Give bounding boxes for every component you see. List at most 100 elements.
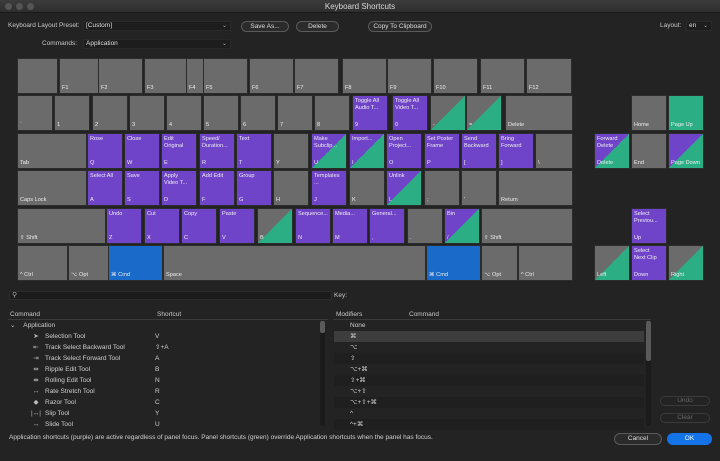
key-p[interactable]: Set Poster Frame P [424,133,460,169]
key-i[interactable]: Import... I [349,133,385,169]
key-f2[interactable]: F2 [98,58,143,94]
key-symbol[interactable]: Send Backward [ [461,133,497,169]
key-l[interactable]: Unlink L [386,170,422,206]
key-6[interactable]: 6 [240,95,276,131]
key-f10[interactable]: F10 [433,58,478,94]
command-row[interactable]: ➤ Selection Tool V [30,331,320,342]
command-row[interactable]: |↔| Slip Tool Y [30,408,320,419]
command-column-header[interactable]: Command [10,311,40,318]
command-shortcut[interactable]: ⇧+A [155,342,169,353]
key-g[interactable]: Group G [236,170,272,206]
scrollbar-thumb[interactable] [320,321,325,333]
key-page-up[interactable]: Page Up [668,95,704,131]
command-row[interactable]: ◆ Razor Tool C [30,397,320,408]
key-right[interactable]: Right [668,245,704,281]
key-f1[interactable]: F1 [59,58,100,94]
key-a[interactable]: Select All A [87,170,123,206]
key-end[interactable]: End [631,133,667,169]
key-2[interactable]: 2 [92,95,128,131]
key-y[interactable]: Y [273,133,309,169]
key-caps-lock[interactable]: Caps Lock [17,170,87,206]
key-d[interactable]: Apply Video T... D [161,170,197,206]
key-symbol[interactable]: - [430,95,466,131]
key-symbol[interactable] [17,58,58,94]
key-0[interactable]: Toggle All Video T... 0 [392,95,428,131]
key-r[interactable]: Speed/ Duration... R [199,133,235,169]
key-1[interactable]: 1 [54,95,90,131]
modifier-row[interactable]: None [334,320,644,331]
key-f8[interactable]: F8 [342,58,387,94]
shortcut-column-header[interactable]: Shortcut [157,311,181,318]
key-symbol[interactable]: . [407,208,443,244]
key-k[interactable]: K [349,170,385,206]
key-8[interactable]: 8 [314,95,350,131]
key-symbol[interactable]: Bin / [444,208,480,244]
key-opt[interactable]: ⌥ Opt [481,245,518,281]
key-b[interactable]: B [257,208,293,244]
key-4[interactable]: 4 [166,95,202,131]
command-shortcut[interactable]: Y [155,408,159,419]
key-x[interactable]: Cut X [144,208,180,244]
key-u[interactable]: Make Subclip... U [311,133,347,169]
layout-select[interactable]: en ⌄ [686,21,712,31]
minimize-window-button[interactable] [16,3,23,10]
key-shift[interactable]: ⇧ Shift [481,208,573,244]
modifier-row[interactable]: ^+⌘ [334,419,644,430]
key-opt[interactable]: ⌥ Opt [68,245,109,281]
key-symbol[interactable]: General..., [369,208,405,244]
command-shortcut[interactable]: N [155,375,160,386]
key-t[interactable]: Text T [236,133,272,169]
command-shortcut[interactable]: R [155,386,160,397]
modifier-row[interactable]: ⇧ [334,353,644,364]
key-delete[interactable]: Delete [505,95,573,131]
key-symbol[interactable]: Bring Forward] [498,133,534,169]
modifier-row[interactable]: ⌥+⇧ [334,386,644,397]
key-space[interactable]: Space [163,245,426,281]
key-f5[interactable]: F5 [203,58,248,94]
key-return[interactable]: Return [498,170,573,206]
key-symbol[interactable]: = [466,95,502,131]
command-shortcut[interactable]: V [155,331,159,342]
key-7[interactable]: 7 [277,95,313,131]
key-f7[interactable]: F7 [294,58,339,94]
delete-preset-button[interactable]: Delete [296,21,339,32]
cancel-button[interactable]: Cancel [614,433,662,445]
key-n[interactable]: Sequence... N [295,208,331,244]
search-input[interactable]: ⚲ [9,291,332,300]
modifier-row[interactable]: ⌥+⌘ [334,364,644,375]
command-row[interactable]: ⇼ Rolling Edit Tool N [30,375,320,386]
key-5[interactable]: 5 [203,95,239,131]
key-symbol[interactable]: ; [424,170,460,206]
modifier-list-scrollbar[interactable] [646,321,651,426]
command-shortcut[interactable]: B [155,364,159,375]
key-symbol[interactable]: ' [461,170,497,206]
key-3[interactable]: 3 [129,95,165,131]
key-symbol[interactable]: \ [535,133,573,169]
key-w[interactable]: Close W [124,133,160,169]
key-cmd[interactable]: ⌘ Cmd [426,245,481,281]
key-shift[interactable]: ⇧ Shift [17,208,106,244]
key-down[interactable]: Select Next Clip Down [631,245,667,281]
key-e[interactable]: Edit Original E [161,133,197,169]
key-f9[interactable]: F9 [387,58,432,94]
key-q[interactable]: Rose Q [87,133,123,169]
key-f[interactable]: Add Edit F [199,170,235,206]
command-row[interactable]: ⇤ Track Select Backward Tool ⇧+A [30,342,320,353]
undo-button[interactable]: Undo [660,396,710,406]
command-row[interactable]: ↔ Rate Stretch Tool R [30,386,320,397]
key-f6[interactable]: F6 [249,58,294,94]
key-ctrl[interactable]: ^ Ctrl [518,245,573,281]
key-delete[interactable]: Forward Delete Delete [594,133,630,169]
key-9[interactable]: Toggle All Audio T... 9 [352,95,388,131]
key-symbol[interactable]: ` [17,95,53,131]
key-s[interactable]: Save S [124,170,160,206]
save-as-button[interactable]: Save As... [241,21,289,32]
key-j[interactable]: Templates ... J [311,170,347,206]
preset-select[interactable]: [Custom] ⌄ [83,21,231,31]
key-z[interactable]: Undo Z [106,208,142,244]
key-f12[interactable]: F12 [526,58,572,94]
key-ctrl[interactable]: ^ Ctrl [17,245,68,281]
copy-to-clipboard-button[interactable]: Copy To Clipboard [368,21,432,32]
command-row[interactable]: ↔ Slide Tool U [30,419,320,430]
command-shortcut[interactable]: A [155,353,159,364]
